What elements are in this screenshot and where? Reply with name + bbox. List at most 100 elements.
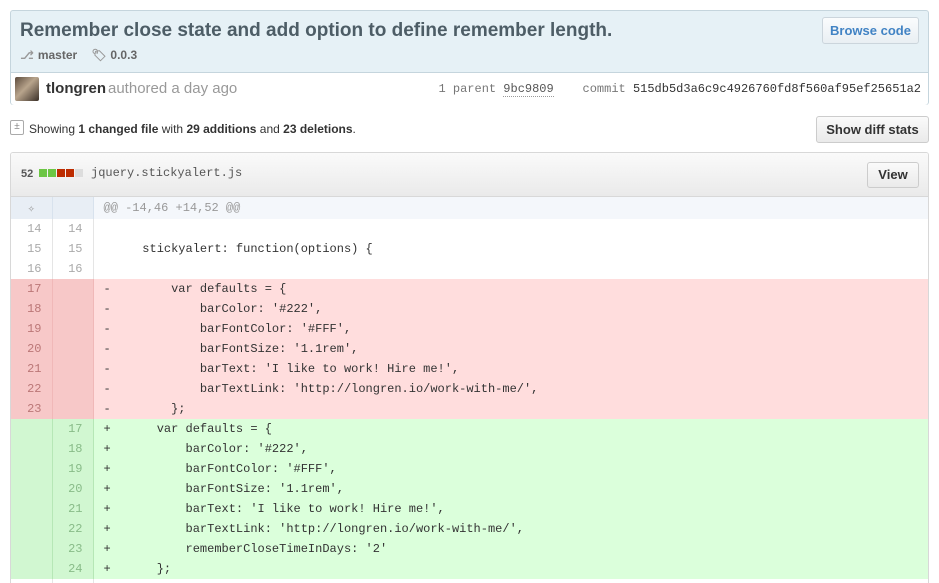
summary-with: with [161,122,184,136]
code-line: - barFontSize: '1.1rem', [93,339,928,359]
code-line [93,219,928,239]
new-line-number[interactable] [52,359,94,379]
new-line-number[interactable]: 21 [52,499,94,519]
old-line-number[interactable] [11,559,53,579]
new-line-number[interactable] [52,379,94,399]
summary-showing: Showing [29,122,76,136]
new-line-number[interactable]: 25 [52,579,94,583]
code-line: + var defaults = { [93,419,928,439]
diff-sign [104,222,114,236]
tag-icon: 🏷︎ [91,48,107,62]
code-text: barText: 'I like to work! Hire me!', [113,502,445,516]
diff-line-add: 17 + var defaults = { [11,419,928,439]
code-text: barText: 'I like to work! Hire me!', [113,362,460,376]
old-line-number[interactable] [11,499,53,519]
old-line-number[interactable]: 22 [11,379,53,399]
old-line-number[interactable] [11,539,53,559]
code-text: barTextLink: 'http://longren.io/work-wit… [113,382,539,396]
diff-sign: - [103,282,111,296]
diffstat-block [48,169,56,177]
code-line: - barText: 'I like to work! Hire me!', [93,359,928,379]
code-text: barFontSize: '1.1rem', [113,482,344,496]
diff-sign: + [103,462,111,476]
view-file-button[interactable]: View [867,162,919,188]
expand-icon[interactable]: ✧ [11,197,53,219]
old-line-number[interactable]: 17 [11,279,53,299]
old-line-number[interactable] [11,439,53,459]
diff-table: ✧ @@ -14,46 +14,52 @@ 14 14 15 15 stickyal… [11,197,928,583]
new-line-number[interactable]: 14 [52,219,94,239]
new-line-number[interactable]: 17 [52,419,94,439]
old-line-number[interactable]: 18 [11,299,53,319]
old-line-number[interactable]: 23 [11,399,53,419]
diff-line-add: 23 + rememberCloseTimeInDays: '2' [11,539,928,559]
diff-line-del: 17 - var defaults = { [11,279,928,299]
code-text: stickyalert: function(options) { [113,242,373,256]
old-line-number[interactable]: 14 [11,219,53,239]
new-line-number[interactable]: 23 [52,539,94,559]
diff-line-del: 22 - barTextLink: 'http://longren.io/work… [11,379,928,399]
parent-label: 1 parent [438,82,497,96]
tag-name[interactable]: 0.0.3 [110,48,137,62]
file-header: 52 jquery.stickyalert.js View [11,153,928,197]
summary-changed-files[interactable]: 1 changed file [78,122,158,136]
new-line-number[interactable] [52,399,94,419]
old-line-number[interactable]: 21 [11,359,53,379]
new-line-number[interactable]: 24 [52,559,94,579]
old-line-number[interactable]: 20 [11,339,53,359]
old-line-number[interactable]: 15 [11,239,53,259]
diff-line-add: 21 + barText: 'I like to work! Hire me!', [11,499,928,519]
diff-line-add: 18 + barColor: '#222', [11,439,928,459]
show-diff-stats-button[interactable]: Show diff stats [816,116,929,143]
diff-summary-icon: ± [10,120,24,135]
old-line-number[interactable] [11,419,53,439]
diff-line-ctx: 16 16 [11,259,928,279]
new-line-number[interactable]: 18 [52,439,94,459]
old-line-number[interactable] [11,479,53,499]
old-line-number[interactable]: 24 [11,579,53,583]
hunk-header: @@ -14,46 +14,52 @@ [93,197,928,219]
new-line-number[interactable]: 16 [52,259,94,279]
old-line-number[interactable] [11,519,53,539]
code-text: rememberCloseTimeInDays: '2' [113,542,388,556]
code-line: + barFontColor: '#FFF', [93,459,928,479]
new-line-number[interactable]: 20 [52,479,94,499]
code-text: var defaults = { [113,422,272,436]
code-line: + rememberCloseTimeInDays: '2' [93,539,928,559]
new-line-number[interactable]: 19 [52,459,94,479]
diff-sign: + [103,522,111,536]
summary-and: and [259,122,280,136]
browse-code-button[interactable]: Browse code [822,17,919,44]
diff-sign: - [103,382,111,396]
diff-sign: + [103,442,111,456]
diff-sign [104,262,114,276]
code-line: + barText: 'I like to work! Hire me!', [93,499,928,519]
diff-line-del: 20 - barFontSize: '1.1rem', [11,339,928,359]
code-text: barColor: '#222', [113,442,308,456]
diff-sign [104,242,114,256]
branch-tag-row: ⎇ master 🏷︎ 0.0.3 [20,48,137,62]
new-line-number[interactable] [52,339,94,359]
code-text: barFontSize: '1.1rem', [113,342,359,356]
new-line-number[interactable] [52,319,94,339]
code-line: + barTextLink: 'http://longren.io/work-w… [93,519,928,539]
avatar[interactable] [15,77,39,101]
diff-sign: - [103,322,111,336]
branch-name[interactable]: master [38,48,77,62]
new-line-number[interactable]: 15 [52,239,94,259]
diff-line-add: 22 + barTextLink: 'http://longren.io/work… [11,519,928,539]
diff-line-del: 19 - barFontColor: '#FFF', [11,319,928,339]
author-name[interactable]: tlongren [46,80,106,97]
diff-sign: - [103,302,111,316]
commit-label: commit [582,82,626,96]
old-line-number[interactable] [11,459,53,479]
parent-sha-link[interactable]: 9bc9809 [503,82,554,97]
tag-container: 🏷︎ 0.0.3 [91,48,137,62]
old-line-number[interactable]: 16 [11,259,53,279]
new-line-number[interactable]: 22 [52,519,94,539]
new-line-number[interactable] [52,299,94,319]
diffstat-block [66,169,74,177]
new-line-number[interactable] [52,279,94,299]
file-name[interactable]: jquery.stickyalert.js [91,166,242,180]
old-line-number[interactable]: 19 [11,319,53,339]
